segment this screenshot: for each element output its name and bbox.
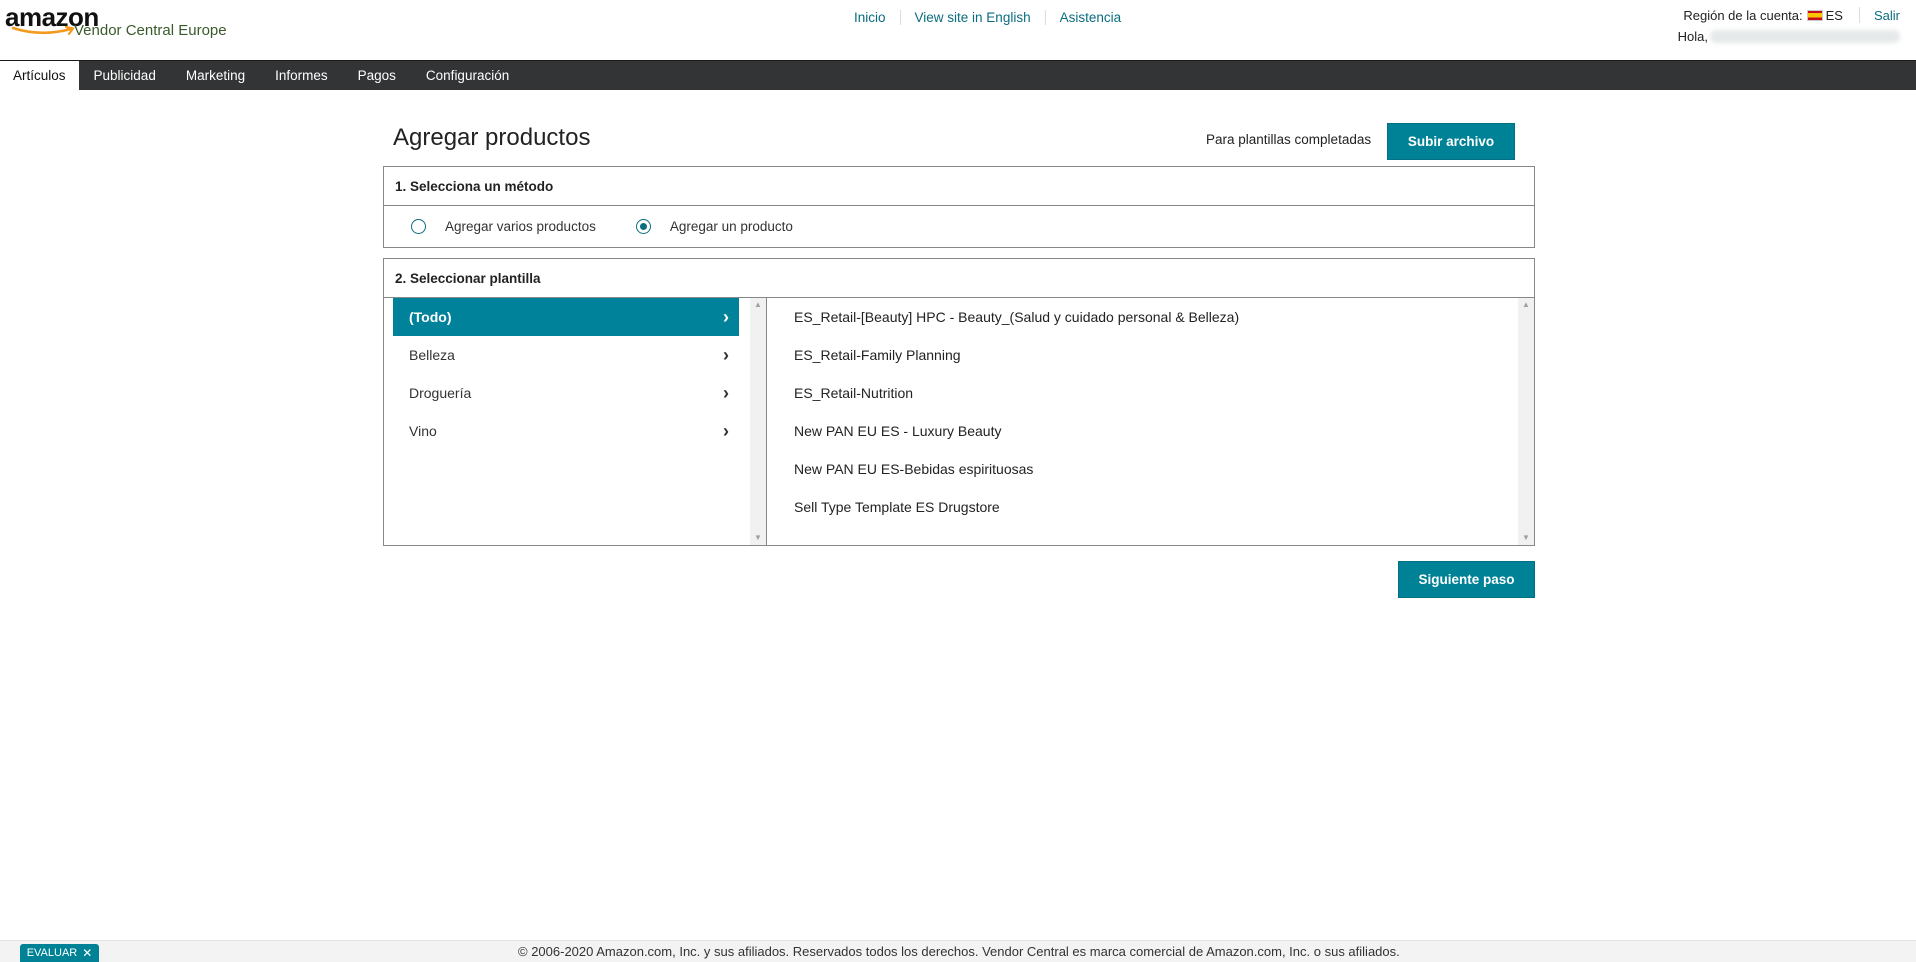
- radio-label: Agregar un producto: [669, 219, 793, 234]
- close-icon[interactable]: ✕: [82, 946, 92, 960]
- user-name-redacted: [1710, 30, 1900, 43]
- category-scrollbar[interactable]: ▲ ▼: [750, 298, 766, 545]
- template-heading: 2. Seleccionar plantilla: [384, 259, 1534, 298]
- nav-item-configuracion[interactable]: Configuración: [411, 61, 524, 90]
- nav-item-informes[interactable]: Informes: [260, 61, 343, 90]
- feedback-label: EVALUAR: [26, 947, 78, 959]
- logout-link[interactable]: Salir: [1874, 8, 1900, 23]
- divider: [1858, 7, 1860, 23]
- radio-circle[interactable]: [411, 219, 426, 234]
- method-panel: 1. Selecciona un método Agregar varios p…: [383, 166, 1535, 248]
- category-item-vino[interactable]: Vino ›: [393, 412, 739, 450]
- region-selector[interactable]: ES: [1826, 8, 1843, 23]
- scroll-down-icon[interactable]: ▼: [750, 531, 766, 545]
- radio-add-single[interactable]: Agregar un producto: [635, 219, 793, 234]
- radio-label: Agregar varios productos: [445, 219, 596, 234]
- feedback-button[interactable]: EVALUAR ✕: [20, 944, 99, 962]
- link-inicio[interactable]: Inicio: [842, 10, 900, 25]
- radio-add-multiple[interactable]: Agregar varios productos: [411, 219, 596, 234]
- template-list: ES_Retail-[Beauty] HPC - Beauty_(Salud y…: [794, 298, 1239, 526]
- account-area: Región de la cuenta: ES Salir Hola,: [1678, 7, 1900, 44]
- chevron-right-icon: ›: [723, 307, 729, 327]
- copyright-text: © 2006-2020 Amazon.com, Inc. y sus afili…: [518, 944, 1400, 959]
- main-nav: Artículos Publicidad Marketing Informes …: [0, 60, 1916, 90]
- template-scrollbar[interactable]: ▲ ▼: [1518, 298, 1534, 545]
- chevron-right-icon: ›: [723, 421, 729, 441]
- category-item-drogueria[interactable]: Droguería ›: [393, 374, 739, 412]
- chevron-right-icon: ›: [723, 383, 729, 403]
- radio-circle-checked[interactable]: [635, 219, 651, 234]
- upload-hint: Para plantillas completadas: [1206, 132, 1372, 147]
- amazon-vendor-central-logo[interactable]: amazon Vendor Central Europe: [5, 2, 235, 50]
- category-label: Vino: [409, 423, 437, 439]
- category-item-belleza[interactable]: Belleza ›: [393, 336, 739, 374]
- scroll-down-icon[interactable]: ▼: [1518, 531, 1534, 545]
- nav-item-publicidad[interactable]: Publicidad: [79, 61, 171, 90]
- next-step-button[interactable]: Siguiente paso: [1398, 561, 1535, 598]
- template-item[interactable]: New PAN EU ES - Luxury Beauty: [794, 412, 1239, 450]
- template-panel: 2. Seleccionar plantilla (Todo) › Bellez…: [383, 258, 1535, 546]
- category-pane: (Todo) › Belleza › Droguería › Vino › ▲ …: [384, 298, 767, 545]
- template-item[interactable]: ES_Retail-[Beauty] HPC - Beauty_(Salud y…: [794, 298, 1239, 336]
- link-view-site-english[interactable]: View site in English: [899, 9, 1045, 25]
- top-links: Inicio View site in English Asistencia: [842, 7, 1135, 27]
- link-asistencia[interactable]: Asistencia: [1044, 9, 1136, 25]
- template-item[interactable]: ES_Retail-Family Planning: [794, 336, 1239, 374]
- category-list: (Todo) › Belleza › Droguería › Vino ›: [393, 298, 739, 450]
- upload-file-button[interactable]: Subir archivo: [1387, 123, 1515, 160]
- nav-item-articulos[interactable]: Artículos: [0, 61, 79, 90]
- template-item[interactable]: ES_Retail-Nutrition: [794, 374, 1239, 412]
- category-label: (Todo): [409, 309, 452, 325]
- chevron-right-icon: ›: [723, 345, 729, 365]
- logo-product-name: Vendor Central Europe: [74, 22, 227, 39]
- method-options: Agregar varios productos Agregar un prod…: [384, 206, 1534, 247]
- page-title: Agregar productos: [393, 124, 591, 151]
- template-pane: ES_Retail-[Beauty] HPC - Beauty_(Salud y…: [769, 298, 1534, 545]
- header: amazon Vendor Central Europe Inicio View…: [0, 0, 1916, 59]
- spain-flag-icon: [1806, 9, 1823, 21]
- category-label: Belleza: [409, 347, 455, 363]
- footer: © 2006-2020 Amazon.com, Inc. y sus afili…: [0, 940, 1916, 962]
- nav-item-pagos[interactable]: Pagos: [343, 61, 411, 90]
- template-item[interactable]: New PAN EU ES-Bebidas espirituosas: [794, 450, 1239, 488]
- category-item-todo[interactable]: (Todo) ›: [393, 298, 739, 336]
- scroll-up-icon[interactable]: ▲: [1518, 298, 1534, 312]
- method-heading: 1. Selecciona un método: [384, 167, 1534, 206]
- region-label: Región de la cuenta:: [1683, 7, 1803, 23]
- scroll-up-icon[interactable]: ▲: [750, 298, 766, 312]
- nav-item-marketing[interactable]: Marketing: [171, 61, 260, 90]
- template-item[interactable]: Sell Type Template ES Drugstore: [794, 488, 1239, 526]
- category-label: Droguería: [409, 385, 472, 401]
- greeting: Hola,: [1677, 29, 1708, 44]
- smile-arrow-icon: [11, 26, 75, 36]
